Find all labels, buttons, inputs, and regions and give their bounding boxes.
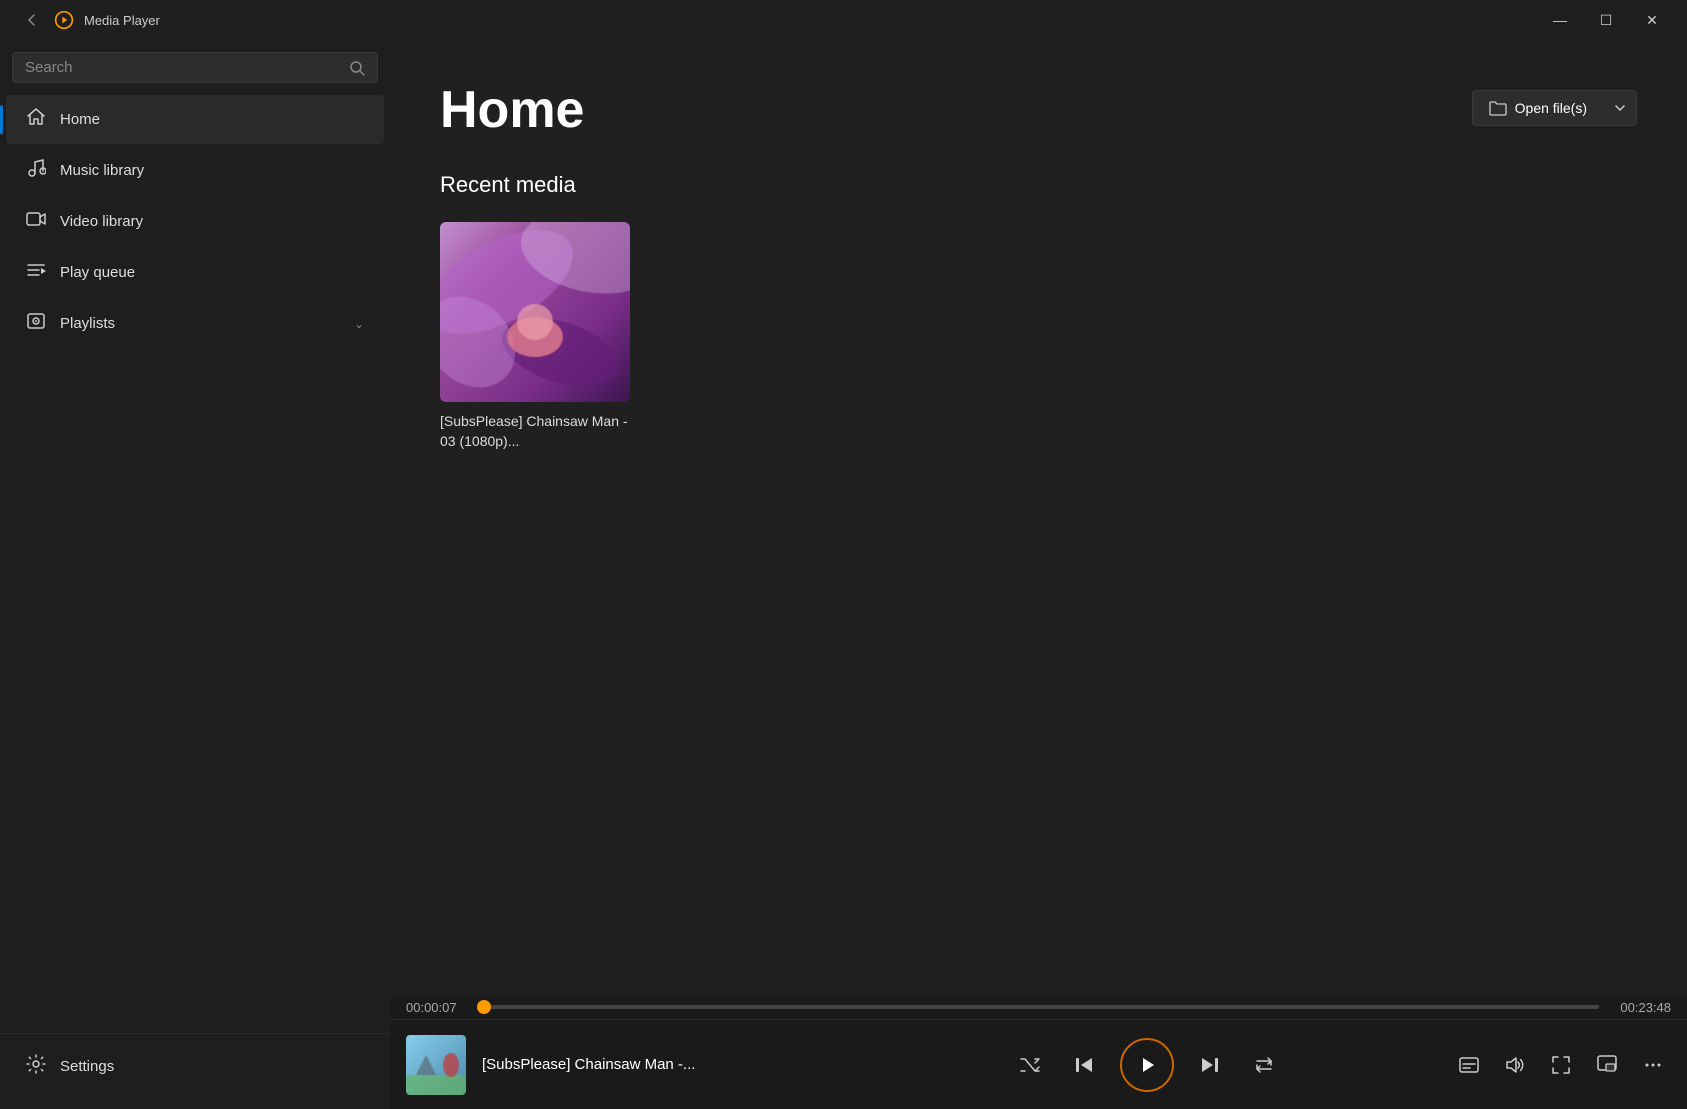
media-thumbnail [440, 222, 630, 402]
app-identity: Media Player [52, 8, 160, 32]
app-icon [52, 8, 76, 32]
player-track-name: [SubsPlease] Chainsaw Man -... [482, 1056, 842, 1073]
media-card[interactable]: [SubsPlease] Chainsaw Man - 03 (1080p)..… [440, 222, 630, 451]
music-icon [26, 158, 46, 183]
sidebar-item-play-queue[interactable]: Play queue [6, 248, 384, 297]
volume-button[interactable] [1497, 1047, 1533, 1083]
settings-icon [26, 1054, 46, 1079]
sidebar-bottom: Settings [0, 1033, 390, 1109]
player-bar: [SubsPlease] Chainsaw Man -... [390, 1019, 1687, 1109]
progress-bar-container: 00:00:07 00:23:48 [390, 995, 1687, 1019]
more-options-button[interactable] [1635, 1047, 1671, 1083]
recent-media-heading: Recent media [440, 172, 1637, 198]
player-controls [858, 1038, 1435, 1092]
main-layout: Home Music library [0, 40, 1687, 1109]
sidebar-item-playlists[interactable]: Playlists ⌄ [6, 299, 384, 348]
app-title: Media Player [84, 13, 160, 28]
progress-thumb [477, 1000, 491, 1014]
chevron-down-icon: ⌄ [354, 317, 364, 331]
window-controls: — ☐ ✕ [1537, 4, 1675, 36]
repeat-button[interactable] [1246, 1047, 1282, 1083]
queue-icon [26, 260, 46, 285]
total-time: 00:23:48 [1611, 1000, 1671, 1015]
sidebar-item-queue-label: Play queue [60, 264, 135, 281]
mini-view-button[interactable] [1589, 1047, 1625, 1083]
next-button[interactable] [1192, 1047, 1228, 1083]
current-time: 00:00:07 [406, 1000, 466, 1015]
open-file-label: Open file(s) [1515, 100, 1587, 116]
sidebar-item-home[interactable]: Home [6, 95, 384, 144]
progress-fill [478, 1005, 484, 1009]
sidebar-item-music-label: Music library [60, 162, 144, 179]
open-file-button[interactable]: Open file(s) [1472, 90, 1637, 126]
chevron-down-icon [1614, 102, 1626, 114]
previous-button[interactable] [1066, 1047, 1102, 1083]
close-button[interactable]: ✕ [1629, 4, 1675, 36]
title-bar: Media Player — ☐ ✕ [0, 0, 1687, 40]
back-button[interactable] [12, 0, 52, 40]
subtitles-button[interactable] [1451, 1047, 1487, 1083]
playlist-icon [26, 311, 46, 336]
media-grid: [SubsPlease] Chainsaw Man - 03 (1080p)..… [440, 222, 1637, 451]
sidebar-item-video-label: Video library [60, 213, 143, 230]
content-area: Open file(s) Home Recent media [SubsPlea… [390, 40, 1687, 995]
settings-label: Settings [60, 1058, 114, 1075]
sidebar-item-home-label: Home [60, 111, 100, 128]
sidebar-item-settings[interactable]: Settings [6, 1042, 384, 1091]
player-track-info: [SubsPlease] Chainsaw Man -... [482, 1056, 842, 1073]
player-right-controls [1451, 1047, 1671, 1083]
sidebar-item-video-library[interactable]: Video library [6, 197, 384, 246]
sidebar-item-playlists-label: Playlists [60, 315, 115, 332]
sidebar-item-music-library[interactable]: Music library [6, 146, 384, 195]
search-input[interactable] [25, 59, 341, 76]
fullscreen-button[interactable] [1543, 1047, 1579, 1083]
search-icon [349, 60, 365, 76]
progress-track[interactable] [478, 1005, 1599, 1009]
search-box[interactable] [12, 52, 378, 83]
page-title: Home [440, 80, 1637, 140]
play-button[interactable] [1120, 1038, 1174, 1092]
home-icon [26, 107, 46, 132]
content-wrapper: Open file(s) Home Recent media [SubsPlea… [390, 40, 1687, 1109]
minimize-button[interactable]: — [1537, 4, 1583, 36]
nav-items: Home Music library [0, 91, 390, 1033]
open-file-main[interactable]: Open file(s) [1473, 91, 1603, 125]
sidebar: Home Music library [0, 40, 390, 1109]
folder-icon [1489, 99, 1507, 117]
player-thumbnail [406, 1035, 466, 1095]
sidebar-top [0, 40, 390, 91]
shuffle-button[interactable] [1012, 1047, 1048, 1083]
video-icon [26, 209, 46, 234]
maximize-button[interactable]: ☐ [1583, 4, 1629, 36]
media-title: [SubsPlease] Chainsaw Man - 03 (1080p)..… [440, 412, 630, 451]
open-file-dropdown-button[interactable] [1604, 94, 1636, 122]
